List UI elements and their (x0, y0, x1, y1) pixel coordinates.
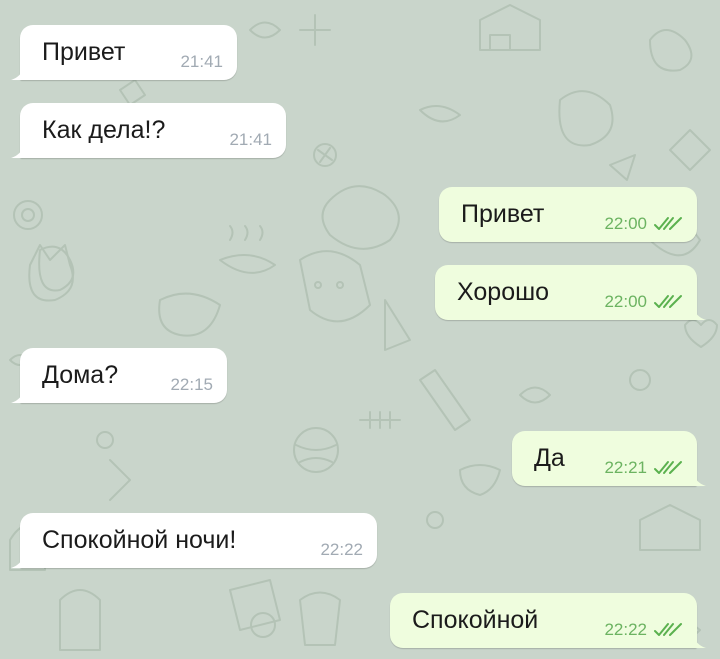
message-text: Спокойной (412, 606, 539, 634)
message-bubble-incoming[interactable]: Как дела!? 21:41 (11, 103, 286, 158)
message-time: 22:00 (604, 292, 647, 311)
message-time: 22:15 (170, 375, 213, 394)
message-bubble-outgoing[interactable]: Хорошо 22:00 (435, 265, 706, 320)
message-meta: 22:00 (604, 293, 683, 311)
bubble-tail (11, 144, 23, 158)
message-time: 21:41 (180, 52, 223, 71)
bubble-tail (11, 389, 23, 403)
double-check-icon (654, 217, 682, 230)
message-meta: 22:22 (320, 541, 363, 559)
message-time: 22:21 (604, 458, 647, 477)
message-meta: 22:21 (604, 459, 683, 477)
message-meta: 21:41 (229, 131, 272, 149)
chat-background: Привет 21:41 Как дела!? 21:41 Привет 22:… (0, 0, 720, 659)
message-meta: 22:15 (170, 376, 213, 394)
message-text: Как дела!? (42, 116, 166, 144)
message-text: Спокойной ночи! (42, 526, 237, 554)
message-bubble-incoming[interactable]: Спокойной ночи! 22:22 (11, 513, 377, 568)
bubble-tail (11, 66, 23, 80)
message-bubble-outgoing[interactable]: Да 22:21 (512, 431, 706, 486)
message-bubble-incoming[interactable]: Привет 21:41 (11, 25, 237, 80)
message-time: 22:22 (320, 540, 363, 559)
message-text: Дома? (42, 361, 119, 389)
message-meta: 21:41 (180, 53, 223, 71)
double-check-icon (654, 623, 682, 636)
message-bubble-incoming[interactable]: Дома? 22:15 (11, 348, 227, 403)
message-bubble-outgoing[interactable]: Привет 22:00 (439, 187, 697, 242)
message-time: 22:22 (604, 620, 647, 639)
message-meta: 22:22 (604, 621, 683, 639)
bubble-tail (694, 306, 706, 320)
double-check-icon (654, 461, 682, 474)
message-time: 21:41 (229, 130, 272, 149)
message-text: Да (534, 444, 565, 472)
bubble-tail (694, 472, 706, 486)
message-text: Привет (461, 200, 545, 228)
double-check-icon (654, 295, 682, 308)
message-text: Хорошо (457, 278, 550, 306)
bubble-tail (694, 634, 706, 648)
message-bubble-outgoing[interactable]: Спокойной 22:22 (390, 593, 706, 648)
message-time: 22:00 (604, 214, 647, 233)
message-meta: 22:00 (604, 215, 683, 233)
bubble-tail (11, 554, 23, 568)
message-text: Привет (42, 38, 126, 66)
